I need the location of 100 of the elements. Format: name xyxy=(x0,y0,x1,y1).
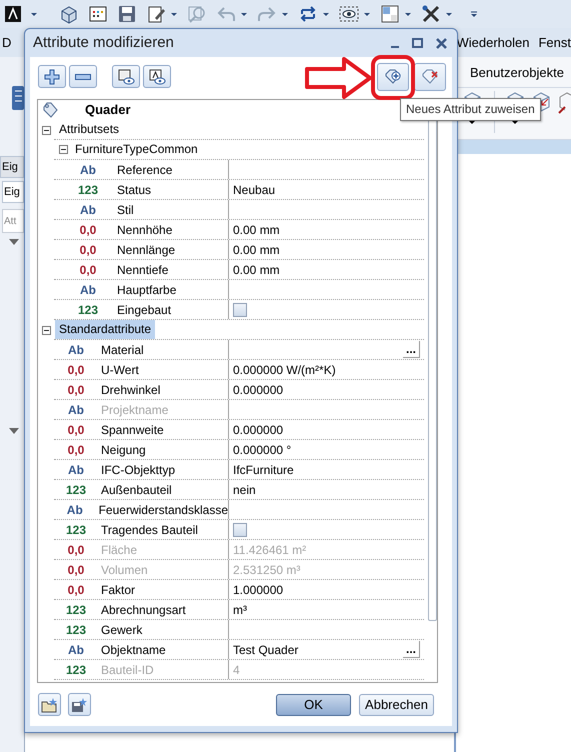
group-label[interactable]: Standardattribute xyxy=(55,320,156,339)
remove-attribute-button[interactable] xyxy=(414,63,446,91)
menu-item[interactable]: Fenst xyxy=(538,32,571,52)
type-label: 0,0 xyxy=(68,382,84,398)
type-label: 123 xyxy=(66,522,86,538)
grid-icon[interactable] xyxy=(88,4,108,24)
caret-icon[interactable] xyxy=(281,12,289,16)
more-icon[interactable] xyxy=(470,10,478,18)
add-attribute-icon xyxy=(384,68,402,86)
type-label: 0,0 xyxy=(68,582,84,598)
checkbox[interactable] xyxy=(233,522,247,536)
attribute-value[interactable]: Test Quader xyxy=(233,640,298,658)
type-label: 0,0 xyxy=(68,422,84,438)
side-tab[interactable]: Eig xyxy=(0,156,24,178)
ellipsis-button[interactable]: ... xyxy=(402,341,420,358)
close-icon[interactable] xyxy=(436,38,447,48)
panel-icon[interactable] xyxy=(10,85,24,111)
tooltip: Neues Attribut zuweisen xyxy=(400,98,541,121)
attribute-name: IFC-Objekttyp xyxy=(101,462,176,478)
attribute-value[interactable]: 0.000000 ° xyxy=(233,440,292,458)
expand-button[interactable] xyxy=(38,65,66,88)
attribute-value[interactable]: Neubau xyxy=(233,180,276,198)
attribute-value[interactable]: 0.00 mm xyxy=(233,240,280,258)
attribute-name: Tragendes Bauteil xyxy=(101,522,198,538)
attribute-name: Spannweite xyxy=(101,422,164,438)
attribute-value[interactable]: IfcFurniture xyxy=(233,460,294,478)
dropdown-arrow-icon[interactable] xyxy=(9,239,19,245)
attribute-value[interactable]: 0.00 mm xyxy=(233,220,280,238)
checkbox[interactable] xyxy=(233,302,247,316)
attribute-value[interactable]: 0.000000 xyxy=(233,420,284,438)
attribute-value[interactable]: nein xyxy=(233,480,256,498)
remove-attribute-icon xyxy=(421,68,439,86)
maximize-icon[interactable] xyxy=(412,38,423,48)
attribute-value[interactable]: 0.00 mm xyxy=(233,260,280,278)
type-label: 0,0 xyxy=(68,362,84,378)
number-view-button[interactable] xyxy=(112,65,140,88)
attribute-name: Fläche xyxy=(101,542,138,558)
type-label: 123 xyxy=(66,602,86,618)
type-label: Ab xyxy=(68,342,84,358)
attribute-name: Außenbauteil xyxy=(101,482,172,498)
tools-icon[interactable] xyxy=(421,4,441,24)
attribute-name: Material xyxy=(101,342,144,358)
refresh-icon[interactable] xyxy=(298,4,318,24)
type-label: 0,0 xyxy=(68,542,84,558)
group-label[interactable]: Attributsets xyxy=(55,120,124,139)
save-favorite-button[interactable] xyxy=(68,693,91,716)
expander-icon[interactable] xyxy=(42,326,51,334)
attribute-name: Faktor xyxy=(101,582,136,598)
attribute-name: Hauptfarbe xyxy=(117,282,176,298)
attribute-name: U-Wert xyxy=(101,362,139,378)
type-label: 0,0 xyxy=(80,262,96,278)
attribute-name: Objektname xyxy=(101,642,166,658)
type-label: Ab xyxy=(68,642,84,658)
open-favorite-button[interactable] xyxy=(38,693,61,716)
caret-icon[interactable] xyxy=(322,12,330,16)
type-label: Ab xyxy=(68,462,84,478)
menu-item[interactable]: Wiederholen xyxy=(456,32,538,52)
attribute-value[interactable]: 1.000000 xyxy=(233,580,284,598)
layout-icon[interactable] xyxy=(380,4,400,24)
attribute-value[interactable]: m³ xyxy=(233,600,247,618)
dialog-button[interactable]: OK xyxy=(276,694,351,716)
window-title: Attribute modifizieren xyxy=(33,32,175,53)
ellipsis-button[interactable]: ... xyxy=(402,641,420,658)
expander-icon[interactable] xyxy=(42,126,51,134)
attribute-value: 11.426461 m² xyxy=(233,542,306,558)
logo-icon[interactable] xyxy=(5,6,21,22)
edit-icon[interactable] xyxy=(146,4,166,24)
ribbon-tab[interactable]: Benutzerobjekte xyxy=(456,57,571,87)
side-tab[interactable]: Eig xyxy=(2,181,24,203)
attribute-name: Stil xyxy=(117,202,134,218)
caret-icon[interactable] xyxy=(363,12,371,16)
attribute-value[interactable]: 0.000000 xyxy=(233,380,284,398)
attribute-name: Abrechnungsart xyxy=(101,602,186,618)
dropdown-arrow-icon[interactable] xyxy=(9,428,19,434)
cube-icon[interactable] xyxy=(59,4,79,24)
caret-icon[interactable] xyxy=(240,12,248,16)
caret-icon[interactable] xyxy=(404,12,412,16)
caret-icon[interactable] xyxy=(30,12,38,16)
attribute-value[interactable]: 0.000000 W/(m²*K) xyxy=(233,360,336,378)
collapse-button[interactable] xyxy=(69,65,97,88)
type-label: Ab xyxy=(68,402,84,418)
eye-icon[interactable] xyxy=(339,4,359,24)
group-label[interactable]: FurnitureTypeCommon xyxy=(75,140,198,159)
type-label: 123 xyxy=(78,182,98,198)
save-icon[interactable] xyxy=(117,4,137,24)
attribute-name: Neigung xyxy=(101,442,146,458)
highlight-frame xyxy=(371,55,415,100)
text-view-button[interactable] xyxy=(143,65,171,88)
type-label: Ab xyxy=(80,282,96,298)
type-label: 123 xyxy=(66,622,86,638)
add-attribute-button[interactable] xyxy=(377,63,409,91)
type-label: 0,0 xyxy=(68,562,84,578)
caret-icon[interactable] xyxy=(445,12,453,16)
attribute-value: 4 xyxy=(233,662,240,678)
save-star-icon xyxy=(70,696,88,712)
type-label: 123 xyxy=(66,662,86,678)
expander-icon[interactable] xyxy=(59,145,68,154)
caret-icon[interactable] xyxy=(170,12,178,16)
search-field[interactable]: Att xyxy=(2,209,24,233)
dialog-button[interactable]: Abbrechen xyxy=(359,694,434,716)
